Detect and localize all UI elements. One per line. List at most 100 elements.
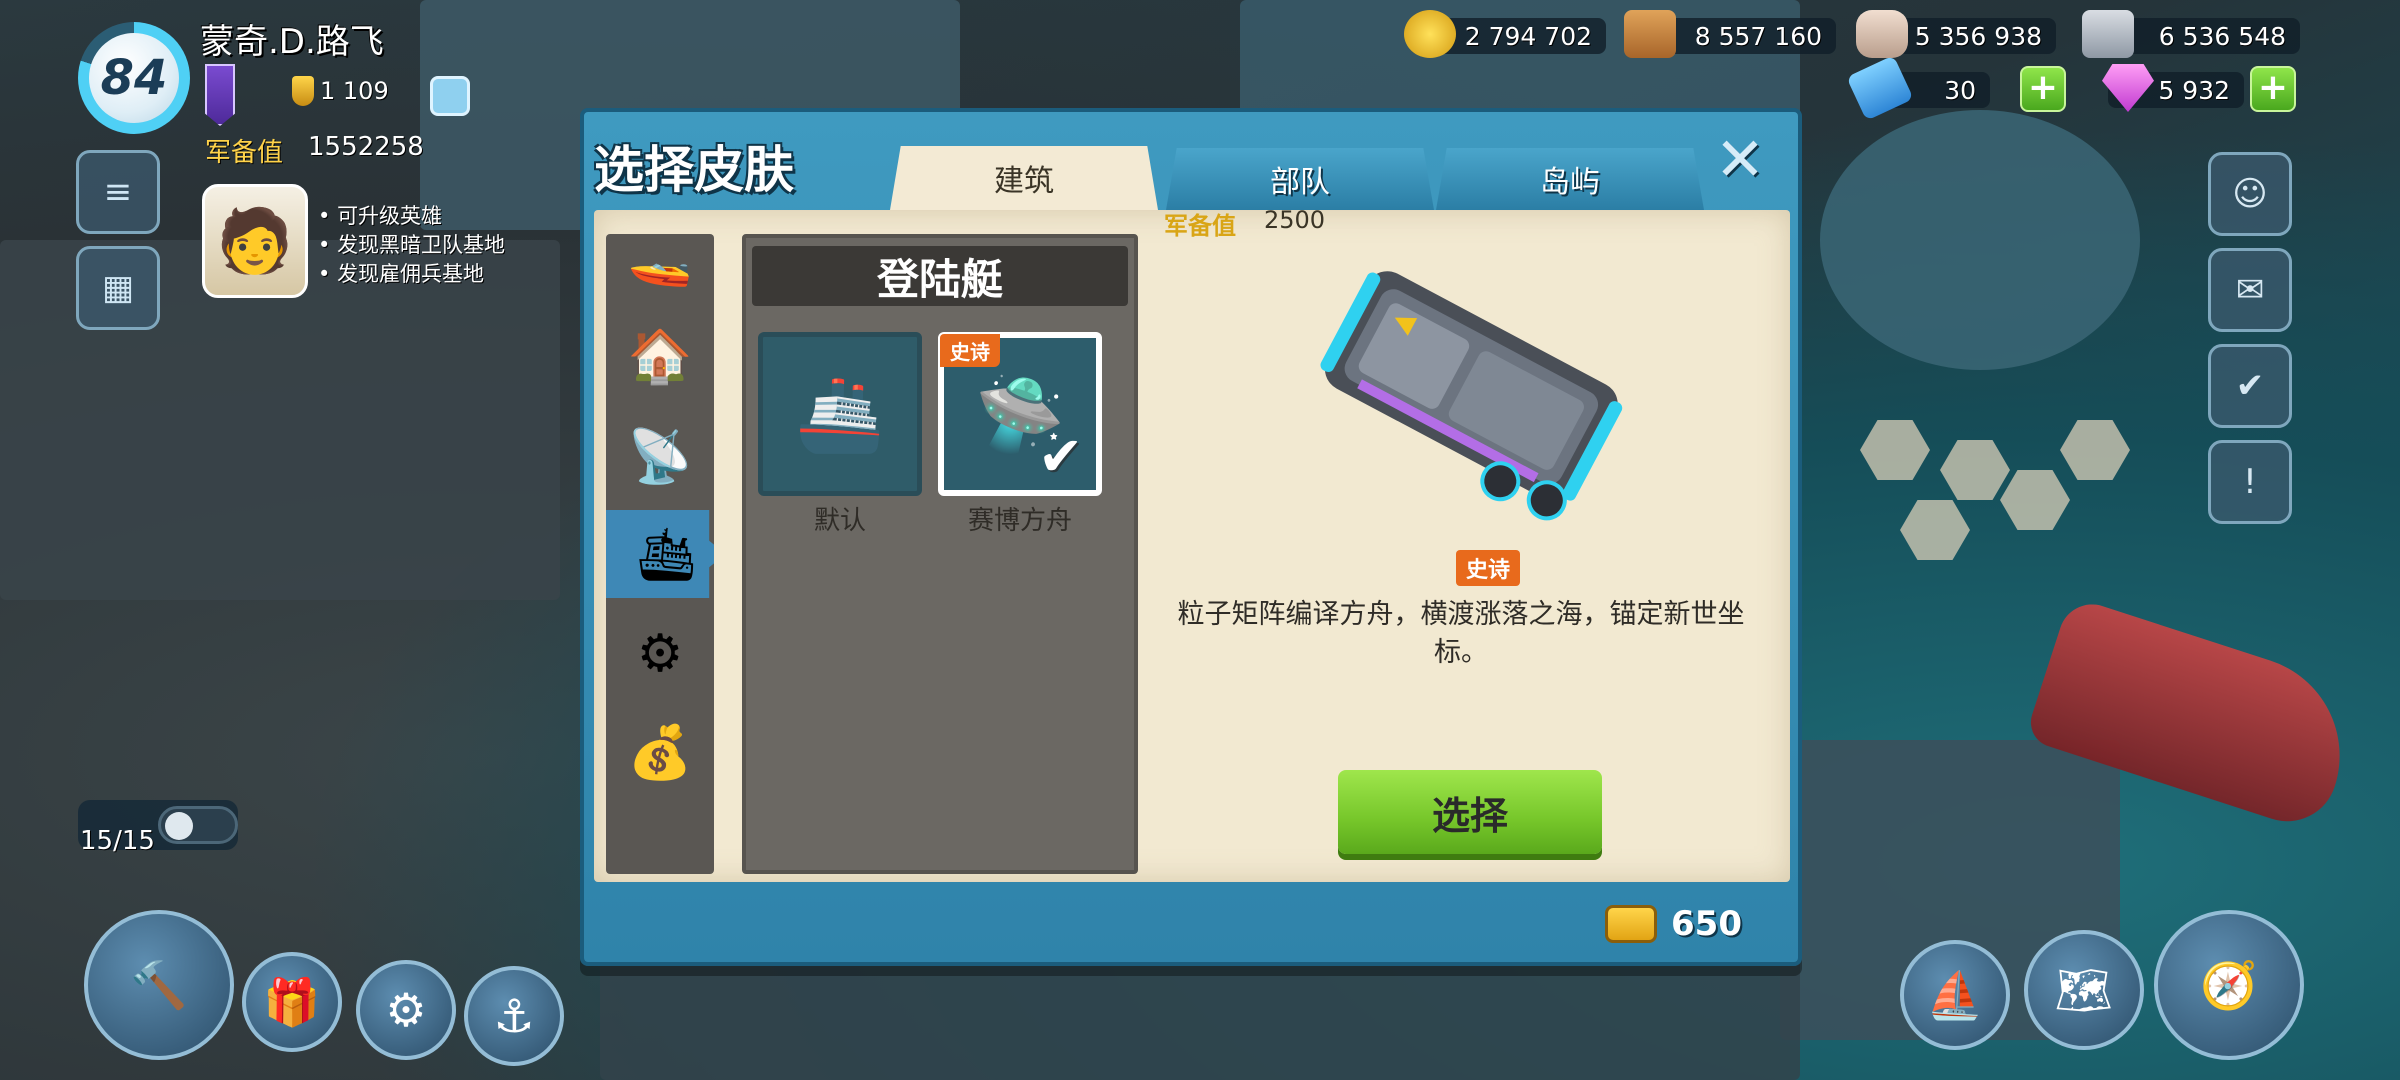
wood-resource[interactable]: 8 557 160 [1624, 10, 1836, 58]
tab-islands[interactable]: 岛屿 [1436, 148, 1704, 210]
sculpture-icon: ⚙ [636, 624, 684, 684]
chat-button[interactable]: ✉ [2208, 248, 2292, 332]
stone-tile [2060, 420, 2130, 480]
medal-value: 1 109 [320, 77, 389, 105]
building-list[interactable]: 🚤 🏠 📡 🛳 ⚙ 💰 [606, 234, 714, 874]
building-item-hq[interactable]: 🏠 [616, 312, 704, 400]
skin-card-cyber-ark[interactable]: 🛸 史诗 ✔ [938, 332, 1102, 496]
settings-icon[interactable] [430, 76, 470, 116]
headquarters-icon: 🏠 [627, 326, 693, 387]
leaderboard-button[interactable]: ≡ [76, 150, 160, 234]
building-item-vault[interactable]: 💰 [616, 708, 704, 796]
building-item-landing-craft[interactable]: 🛳 [606, 510, 714, 598]
event-icon: ! [2243, 462, 2257, 502]
close-icon[interactable]: ✕ [1710, 130, 1770, 192]
stone-resource[interactable]: 5 356 938 [1856, 10, 2056, 58]
skin-card-default[interactable]: 🚢 [758, 332, 922, 496]
building-name: 登陆艇 [752, 246, 1128, 306]
skin-description: 粒子矩阵编译方舟，横渡涨落之海，锚定新世坐标。 [1177, 599, 1745, 668]
stone-tile [2000, 470, 2070, 530]
landing-craft-icon: 🛳 [632, 524, 699, 585]
counter-value: 15/15 [80, 826, 155, 856]
hammer-icon: 🔨 [130, 957, 188, 1012]
add-diamonds-button[interactable]: + [2250, 66, 2296, 112]
power-value: 1552258 [308, 132, 424, 162]
radar-icon: 📡 [627, 426, 693, 487]
lab-icon: ⚙ [385, 983, 427, 1037]
rarity-badge: 史诗 [1456, 550, 1521, 586]
gift-button[interactable]: 🎁 [242, 952, 342, 1052]
stone-tile [1940, 440, 2010, 500]
skin-label: 赛博方舟 [967, 506, 1072, 536]
tab-buildings[interactable]: 建筑 [890, 146, 1158, 210]
explore-button[interactable]: 🧭 [2154, 910, 2304, 1060]
stone-icon [1856, 10, 1908, 58]
medal-counter[interactable]: 1 109 [292, 76, 389, 106]
skin-ticket-value: 650 [1671, 904, 1742, 944]
compass-icon: 🧭 [2200, 957, 2258, 1012]
hero-avatar[interactable]: 🧑 [202, 184, 308, 298]
iron-ingot-icon [2082, 10, 2134, 58]
event-button[interactable]: ! [2208, 440, 2292, 524]
ticket-resource[interactable]: 30 [1846, 55, 1990, 121]
hero-notifications: 可升级英雄 发现黑暗卫队基地 发现雇佣兵基地 [318, 202, 505, 289]
boat-icon: ⛵ [1926, 967, 1984, 1022]
hero-button[interactable]: ⚓ [464, 966, 564, 1066]
checkmark-icon: ✔ [1038, 425, 1084, 488]
add-tickets-button[interactable]: + [2020, 66, 2066, 112]
skin-select-dialog: 选择皮肤 建筑 部队 岛屿 ✕ 🚤 🏠 📡 🛳 ⚙ 💰 登陆艇 🚢 默认 🛸 史… [580, 108, 1802, 966]
landing-craft-default-icon: 🚢 [795, 371, 885, 456]
stone-tile [1900, 500, 1970, 560]
checklist-icon: ✔ [2235, 366, 2265, 406]
friends-icon: ☺ [2232, 174, 2268, 214]
auto-toggle[interactable] [158, 806, 238, 844]
iron-resource[interactable]: 6 536 548 [2082, 10, 2300, 58]
wood-plank-icon [1624, 10, 1676, 58]
map-button[interactable]: 🗺 [2024, 930, 2144, 1050]
hero-note: 可升级英雄 [318, 202, 505, 231]
detail-power-label: 军备值 [1164, 212, 1236, 240]
dock-structure [600, 960, 1800, 1080]
player-level: 84 [89, 33, 179, 123]
leaderboard-icon: ≡ [103, 172, 133, 212]
dialog-content: 🚤 🏠 📡 🛳 ⚙ 💰 登陆艇 🚢 默认 🛸 史诗 ✔ 赛博方舟 军备值 250… [594, 206, 1790, 882]
map-icon: 🗺 [2054, 962, 2114, 1017]
building-item-sculpture[interactable]: ⚙ [616, 610, 704, 698]
tasks-button[interactable]: ✔ [2208, 344, 2292, 428]
rank-badge-icon[interactable] [205, 64, 235, 126]
calendar-button[interactable]: ▦ [76, 246, 160, 330]
stone-tile [1860, 420, 1930, 480]
captain-hat-icon: ⚓ [493, 989, 535, 1043]
skin-preview [1284, 246, 1654, 536]
chat-icon: ✉ [2235, 270, 2265, 310]
friends-button[interactable]: ☺ [2208, 152, 2292, 236]
hero-note: 发现雇佣兵基地 [318, 260, 505, 289]
epic-badge: 史诗 [940, 334, 1000, 367]
player-level-ring[interactable]: 84 [78, 22, 190, 134]
turret-building [1820, 110, 2140, 370]
skin-ticket-icon [1605, 905, 1658, 943]
hero-note: 发现黑暗卫队基地 [318, 231, 505, 260]
calendar-icon: ▦ [101, 268, 135, 308]
medal-icon [292, 76, 314, 106]
cyber-ark-preview-image [1320, 271, 1623, 521]
research-button[interactable]: ⚙ [356, 960, 456, 1060]
building-item-radar[interactable]: 📡 [616, 412, 704, 500]
player-name[interactable]: 蒙奇.D.路飞 [200, 14, 384, 63]
select-button[interactable]: 选择 [1338, 770, 1602, 854]
gunboat-icon: 🚤 [627, 234, 693, 289]
skin-panel: 登陆艇 🚢 默认 🛸 史诗 ✔ 赛博方舟 [742, 234, 1138, 874]
power-label: 军备值 [205, 138, 284, 168]
skin-label: 默认 [813, 506, 866, 536]
detail-power-value: 2500 [1264, 206, 1326, 234]
gold-resource[interactable]: 2 794 702 [1404, 10, 1606, 58]
building-item-gunboat[interactable]: 🚤 [616, 234, 704, 302]
diamond-resource[interactable]: 5 932 [2102, 64, 2244, 112]
fleet-button[interactable]: ⛵ [1900, 940, 2010, 1050]
skin-ticket-balance: 650 [1605, 904, 1742, 944]
gold-coin-icon [1404, 10, 1456, 58]
tab-troops[interactable]: 部队 [1166, 148, 1434, 210]
dialog-title: 选择皮肤 [594, 141, 794, 199]
build-button[interactable]: 🔨 [84, 910, 234, 1060]
gift-icon: 🎁 [263, 974, 321, 1029]
